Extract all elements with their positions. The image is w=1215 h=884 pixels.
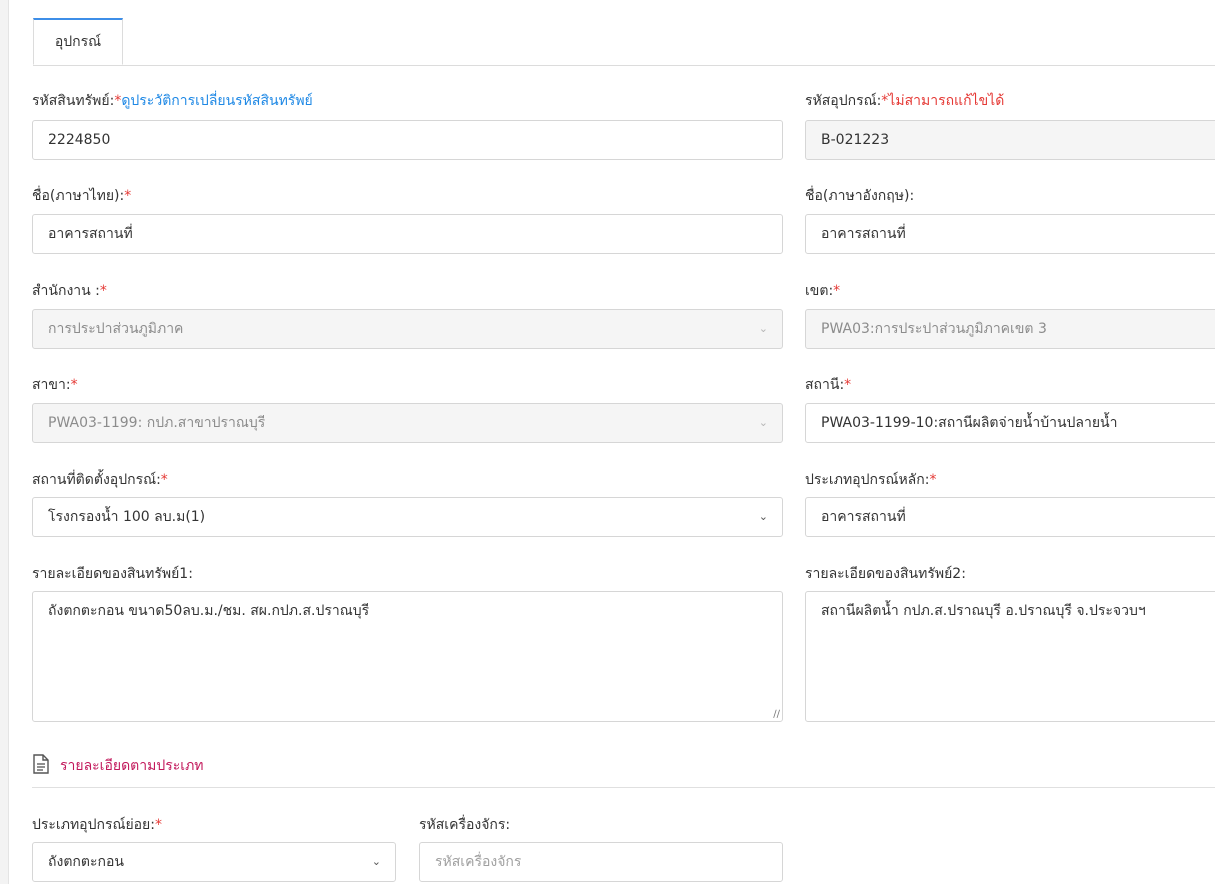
section-title: รายละเอียดตามประเภท [60,758,204,774]
sub-type-label: ประเภทอุปกรณ์ย่อย:* [32,814,162,836]
office-select: การประปาส่วนภูมิภาค ⌄ [32,309,783,349]
region-select-value: PWA03:การประปาส่วนภูมิภาคเขต 3 [821,321,1047,337]
branch-label-text: สาขา: [32,377,71,393]
detail2-label: รายละเอียดของสินทรัพย์2: [805,563,966,585]
machine-code-label: รหัสเครื่องจักร: [419,814,510,836]
branch-label: สาขา:* [32,374,78,396]
asset-code-label: รหัสสินทรัพย์:*ดูประวัติการเปลี่ยนรหัสสิ… [32,90,313,112]
install-location-select[interactable]: โรงกรองน้ำ 100 ลบ.ม(1) ⌄ [32,497,783,537]
sub-type-select[interactable]: ถังตกตะกอน ⌄ [32,842,396,882]
tab-equipment[interactable]: อุปกรณ์ [33,18,123,65]
required-mark: * [70,377,78,393]
resize-handle-icon[interactable]: ∕∕ [773,710,780,720]
required-mark: * [154,817,162,833]
name-en-label: ชื่อ(ภาษาอังกฤษ): [805,185,914,207]
equipment-code-input: B-021223 [805,120,1215,160]
main-type-select-value: อาคารสถานที่ [821,509,906,525]
name-th-label-text: ชื่อ(ภาษาไทย): [32,188,125,204]
detail1-label: รายละเอียดของสินทรัพย์1: [32,563,193,585]
install-location-select-value: โรงกรองน้ำ 100 ลบ.ม(1) [48,509,206,525]
install-location-label-text: สถานที่ติดตั้งอุปกรณ์: [32,472,161,488]
station-label: สถานี:* [805,374,851,396]
detail1-textarea[interactable]: ถังตกตะกอน ขนาด50ลบ.ม./ชม. สผ.กปภ.ส.ปราณ… [32,591,783,722]
office-label: สำนักงาน :* [32,280,107,302]
required-mark: * [844,377,852,393]
main-type-select[interactable]: อาคารสถานที่ [805,497,1215,537]
detail1-label-text: รายละเอียดของสินทรัพย์1: [32,566,193,582]
detail2-textarea[interactable]: สถานีผลิตน้ำ กปภ.ส.ปราณบุรี อ.ปราณบุรี จ… [805,591,1215,722]
office-label-text: สำนักงาน : [32,283,100,299]
machine-code-label-text: รหัสเครื่องจักร: [419,817,511,833]
office-select-value: การประปาส่วนภูมิภาค [48,321,184,337]
name-en-label-text: ชื่อ(ภาษาอังกฤษ): [805,188,915,204]
station-select[interactable]: PWA03-1199-10:สถานีผลิตจ่ายน้ำบ้านปลายน้… [805,403,1215,443]
name-th-label: ชื่อ(ภาษาไทย):* [32,185,131,207]
chevron-down-icon: ⌄ [758,416,768,429]
document-icon [32,754,50,778]
sub-type-select-value: ถังตกตะกอน [48,854,124,870]
install-location-label: สถานที่ติดตั้งอุปกรณ์:* [32,469,168,491]
machine-code-input[interactable]: รหัสเครื่องจักร [419,842,783,882]
station-label-text: สถานี: [805,377,845,393]
detail1-text: ถังตกตะกอน ขนาด50ลบ.ม./ชม. สผ.กปภ.ส.ปราณ… [48,603,370,619]
name-en-input[interactable]: อาคารสถานที่ [805,214,1215,254]
chevron-down-icon: ⌄ [758,322,768,335]
type-details-section-header: รายละเอียดตามประเภท [32,754,1215,788]
region-label-text: เขต: [805,283,834,299]
region-label: เขต:* [805,280,840,302]
asset-code-label-text: รหัสสินทรัพย์: [32,93,115,109]
region-select: PWA03:การประปาส่วนภูมิภาคเขต 3 [805,309,1215,349]
sub-type-label-text: ประเภทอุปกรณ์ย่อย: [32,817,155,833]
required-mark: * [124,188,132,204]
chevron-down-icon: ⌄ [758,510,768,523]
required-mark: * [929,472,937,488]
branch-select-value: PWA03-1199: กปภ.สาขาปราณบุรี [48,415,266,431]
chevron-down-icon: ⌄ [371,855,381,868]
main-type-label: ประเภทอุปกรณ์หลัก:* [805,469,936,491]
asset-code-history-link[interactable]: ดูประวัติการเปลี่ยนรหัสสินทรัพย์ [121,93,312,109]
tab-bar: อุปกรณ์ [33,18,1215,66]
station-select-value: PWA03-1199-10:สถานีผลิตจ่ายน้ำบ้านปลายน้… [821,415,1118,431]
not-editable-note: ไม่สามารถแก้ไขได้ [888,93,1005,109]
required-mark: * [833,283,841,299]
equipment-code-label-text: รหัสอุปกรณ์: [805,93,882,109]
branch-select: PWA03-1199: กปภ.สาขาปราณบุรี ⌄ [32,403,783,443]
name-th-input[interactable]: อาคารสถานที่ [32,214,783,254]
main-type-label-text: ประเภทอุปกรณ์หลัก: [805,472,930,488]
detail2-label-text: รายละเอียดของสินทรัพย์2: [805,566,966,582]
asset-code-input[interactable]: 2224850 [32,120,783,160]
required-mark: * [160,472,168,488]
required-mark: * [99,283,107,299]
equipment-code-label: รหัสอุปกรณ์:*ไม่สามารถแก้ไขได้ [805,90,1004,112]
detail2-text: สถานีผลิตน้ำ กปภ.ส.ปราณบุรี อ.ปราณบุรี จ… [821,603,1146,619]
